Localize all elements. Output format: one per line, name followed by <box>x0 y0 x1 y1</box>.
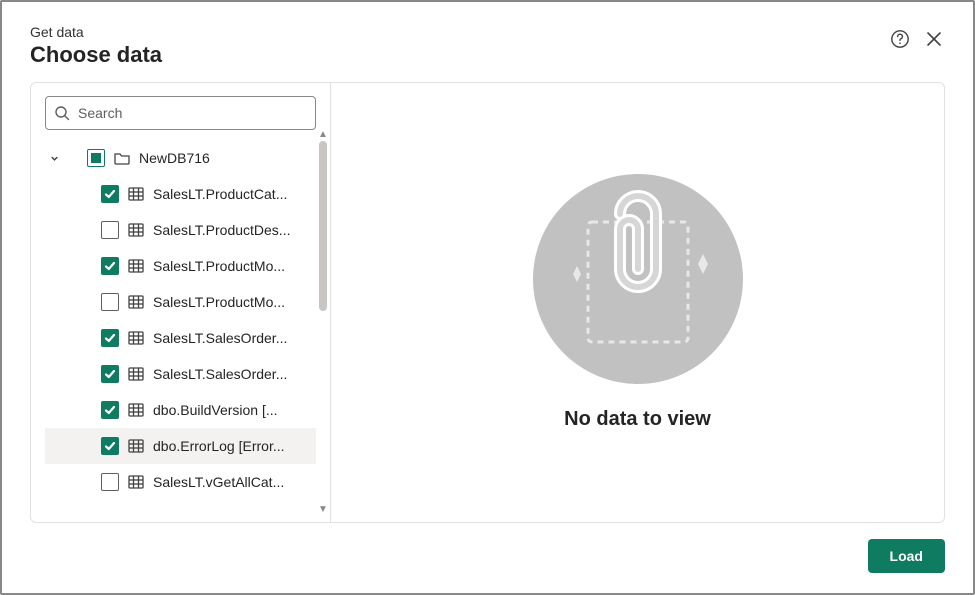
scroll-up-arrow[interactable]: ▲ <box>318 129 328 139</box>
header-title: Choose data <box>30 42 162 68</box>
scroll-down-arrow[interactable]: ▼ <box>318 504 328 514</box>
tree-node-label: NewDB716 <box>139 150 312 166</box>
tree-item[interactable]: SalesLT.ProductDes... <box>45 212 316 248</box>
table-icon <box>127 293 145 311</box>
tree-item-label: SalesLT.ProductMo... <box>153 258 312 274</box>
chevron-down-icon[interactable] <box>47 151 61 165</box>
table-icon <box>127 365 145 383</box>
scroll-thumb[interactable] <box>319 141 327 311</box>
close-icon <box>925 30 943 48</box>
tree-item-label: dbo.BuildVersion [... <box>153 402 312 418</box>
checkbox[interactable] <box>101 437 119 455</box>
table-icon <box>127 257 145 275</box>
table-icon <box>127 185 145 203</box>
tree-item[interactable]: dbo.ErrorLog [Error... <box>45 428 316 464</box>
empty-illustration <box>533 174 743 384</box>
header-titles: Get data Choose data <box>30 24 162 68</box>
tree-item-label: SalesLT.ProductCat... <box>153 186 312 202</box>
table-icon <box>127 221 145 239</box>
search-input[interactable] <box>78 105 307 121</box>
tree-item-label: SalesLT.SalesOrder... <box>153 330 312 346</box>
search-icon <box>54 105 70 121</box>
preview-pane: No data to view <box>331 83 944 522</box>
help-icon <box>890 29 910 49</box>
close-button[interactable] <box>923 28 945 50</box>
checkbox[interactable] <box>101 401 119 419</box>
checkbox[interactable] <box>101 329 119 347</box>
tree-item-label: SalesLT.SalesOrder... <box>153 366 312 382</box>
tree-root-node[interactable]: NewDB716 <box>45 140 316 176</box>
content-panel: NewDB716 SalesLT.ProductCat... SalesLT.Pro… <box>30 82 945 523</box>
checkbox[interactable] <box>101 185 119 203</box>
load-button[interactable]: Load <box>868 539 945 573</box>
table-icon <box>127 401 145 419</box>
table-icon <box>127 329 145 347</box>
object-tree: NewDB716 SalesLT.ProductCat... SalesLT.Pro… <box>31 140 330 516</box>
tree-scrollbar[interactable]: ▲ ▼ <box>318 129 328 514</box>
checkbox[interactable] <box>101 293 119 311</box>
header-actions <box>889 24 945 50</box>
tree-item[interactable]: SalesLT.ProductMo... <box>45 284 316 320</box>
search-box[interactable] <box>45 96 316 130</box>
help-button[interactable] <box>889 28 911 50</box>
checkbox[interactable] <box>101 257 119 275</box>
choose-data-dialog: Get data Choose data <box>0 0 975 595</box>
table-icon <box>127 437 145 455</box>
header-subtitle: Get data <box>30 24 162 40</box>
folder-icon <box>113 149 131 167</box>
tree-item[interactable]: SalesLT.vGetAllCat... <box>45 464 316 500</box>
checkbox[interactable] <box>101 365 119 383</box>
tree-item-label: dbo.ErrorLog [Error... <box>153 438 312 454</box>
checkbox[interactable] <box>101 473 119 491</box>
tree-item[interactable]: SalesLT.SalesOrder... <box>45 356 316 392</box>
tree-item[interactable]: SalesLT.SalesOrder... <box>45 320 316 356</box>
tree-item[interactable]: SalesLT.ProductMo... <box>45 248 316 284</box>
table-icon <box>127 473 145 491</box>
tree-item-label: SalesLT.ProductDes... <box>153 222 312 238</box>
dialog-footer: Load <box>2 523 973 593</box>
tree-item-label: SalesLT.ProductMo... <box>153 294 312 310</box>
empty-state-text: No data to view <box>564 408 711 431</box>
checkbox[interactable] <box>101 221 119 239</box>
tree-item[interactable]: dbo.BuildVersion [... <box>45 392 316 428</box>
navigator-pane: NewDB716 SalesLT.ProductCat... SalesLT.Pro… <box>31 83 331 522</box>
dialog-header: Get data Choose data <box>2 2 973 78</box>
tree-item[interactable]: SalesLT.ProductCat... <box>45 176 316 212</box>
tree-item-label: SalesLT.vGetAllCat... <box>153 474 312 490</box>
checkbox-indeterminate[interactable] <box>87 149 105 167</box>
